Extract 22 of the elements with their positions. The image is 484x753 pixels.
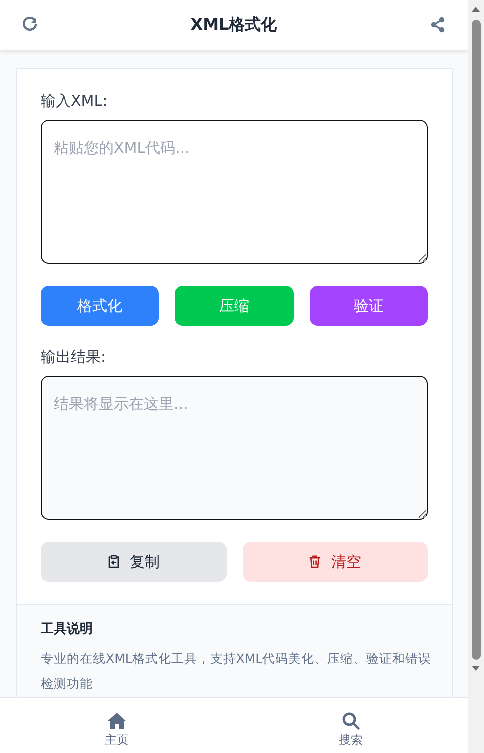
home-icon [107, 712, 127, 730]
scrollbar[interactable] [468, 0, 484, 753]
action-button[interactable]: 格式化 [41, 286, 160, 326]
info-text: 专业的在线XML格式化工具，支持XML代码美化、压缩、验证和错误检测功能 [41, 650, 433, 693]
action-button[interactable]: 复制 [41, 542, 226, 582]
trash-icon [309, 555, 322, 569]
page-title: XML格式化 [190, 14, 278, 36]
output-label: 输出结果: [41, 348, 106, 367]
nav-item[interactable]: 主页 [0, 698, 234, 753]
clipboard-icon [108, 555, 120, 569]
action-button[interactable]: 验证 [310, 286, 428, 326]
nav-item[interactable]: 搜索 [234, 698, 468, 753]
search-icon [341, 712, 361, 730]
scroll-up-icon[interactable] [471, 6, 481, 12]
refresh-icon[interactable] [22, 17, 38, 33]
scroll-down-icon[interactable] [471, 666, 481, 672]
share-icon[interactable] [430, 17, 446, 33]
action-button[interactable]: 清空 [242, 542, 428, 582]
input-label: 输入XML: [41, 92, 108, 111]
xml-output-field[interactable]: 结果将显示在这里... [41, 376, 428, 520]
info-title: 工具说明 [41, 621, 93, 638]
xml-input-field[interactable]: 粘贴您的XML代码... [41, 120, 428, 264]
